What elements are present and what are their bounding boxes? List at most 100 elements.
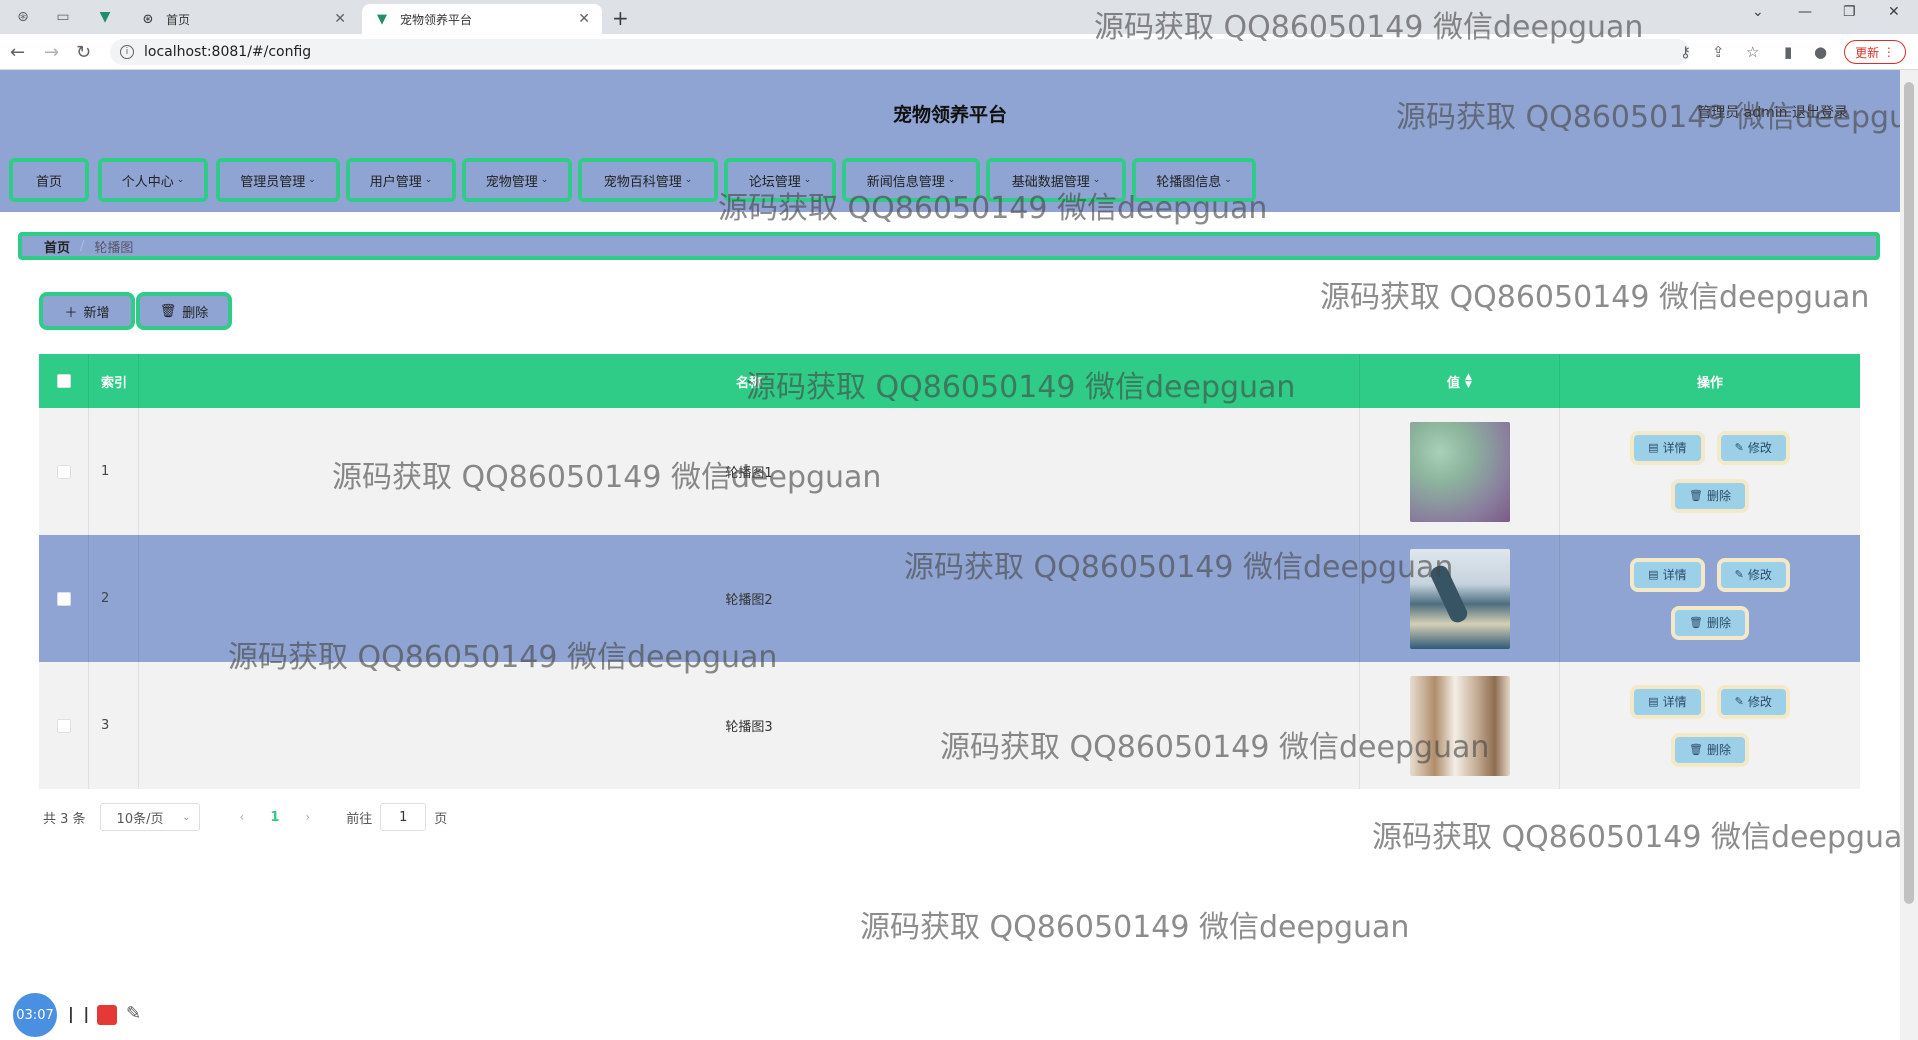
menu-label: 个人中心 <box>121 174 174 190</box>
close-icon[interactable]: ✕ <box>334 11 346 27</box>
app-header: 宠物领养平台 管理员 admin 退出登录 <box>0 70 1900 152</box>
row-checkbox-cell <box>39 408 89 535</box>
plus-icon: ＋ <box>64 305 78 321</box>
menu-item-personal[interactable]: 个人中心 ⌄ <box>98 158 208 202</box>
header-value[interactable]: 值 ▲ ▼ <box>1360 354 1560 408</box>
add-button[interactable]: ＋ 新增 <box>39 292 135 330</box>
vue-icon[interactable]: ▼ <box>94 6 116 28</box>
carousel-image[interactable] <box>1409 421 1510 522</box>
row-delete-button[interactable]: 🗑 删除 <box>1671 605 1749 640</box>
row-checkbox[interactable] <box>56 591 71 606</box>
blank-tab-icon[interactable]: ▭ <box>52 6 74 28</box>
update-button[interactable]: 更新 ⋮ <box>1844 40 1906 64</box>
delete-button[interactable]: 🗑 删除 <box>136 292 232 330</box>
page-scrollbar[interactable] <box>1900 70 1918 1040</box>
star-icon[interactable]: ☆ <box>1746 43 1759 61</box>
table-row: 1 轮播图1 ▤ 详情 ✎ 修改 🗑 删除 <box>39 408 1860 535</box>
row-checkbox-cell <box>39 535 89 662</box>
menu-label: 新闻信息管理 <box>866 174 945 190</box>
profile-icon[interactable]: ● <box>1814 43 1827 61</box>
top-menu: 首页 个人中心 ⌄ 管理员管理 ⌄ 用户管理 ⌄ 宠物管理 ⌄ 宠物百科管理 ⌄ 论坛管理… <box>0 152 1900 212</box>
tab-pet-platform[interactable]: ▼ 宠物领养平台 ✕ <box>362 4 602 34</box>
delete-label: 删除 <box>1706 489 1731 503</box>
pagination-total: 共 3 条 <box>43 811 86 827</box>
menu-item-forum[interactable]: 论坛管理 ⌄ <box>724 158 836 202</box>
menu-label: 轮播图信息 <box>1156 174 1222 190</box>
menu-item-carousel[interactable]: 轮播图信息 ⌄ <box>1132 158 1256 202</box>
delete-label: 删除 <box>1706 616 1731 630</box>
detail-button[interactable]: ▤ 详情 <box>1630 430 1705 465</box>
sort-icon[interactable]: ▲ ▼ <box>1465 373 1472 390</box>
row-delete-button[interactable]: 🗑 删除 <box>1671 732 1749 767</box>
watermark: 源码获取 QQ86050149 微信deepguan <box>860 910 1410 945</box>
scroll-thumb[interactable] <box>1904 82 1914 904</box>
new-tab-icon[interactable]: + <box>612 6 629 30</box>
menu-item-pets[interactable]: 宠物管理 ⌄ <box>462 158 572 202</box>
menu-item-home[interactable]: 首页 <box>9 158 89 202</box>
tab-title: 首页 <box>166 12 191 27</box>
detail-label: 详情 <box>1662 441 1687 455</box>
minimize-icon[interactable]: — <box>1798 4 1812 20</box>
prev-page-icon[interactable]: ‹ <box>240 810 245 824</box>
pen-icon[interactable]: ✎ <box>126 1003 141 1024</box>
chevron-down-icon: ⌄ <box>947 175 956 185</box>
goto-page-input[interactable]: 1 <box>380 803 427 831</box>
page-number[interactable]: 1 <box>270 810 279 825</box>
restore-icon[interactable]: ❐ <box>1843 4 1856 20</box>
forward-icon[interactable]: → <box>44 42 59 63</box>
info-icon[interactable]: i <box>120 45 134 59</box>
menu-label: 论坛管理 <box>748 174 801 190</box>
detail-button[interactable]: ▤ 详情 <box>1630 684 1705 719</box>
url-field[interactable]: i localhost:8081/#/config <box>110 39 1690 65</box>
row-name: 轮播图1 <box>139 408 1360 535</box>
close-icon[interactable]: ✕ <box>578 11 590 27</box>
header-index: 索引 <box>89 354 139 408</box>
next-page-icon[interactable]: › <box>305 810 310 824</box>
trash-icon: 🗑 <box>1689 489 1703 502</box>
select-all-checkbox[interactable] <box>56 374 71 388</box>
back-icon[interactable]: ← <box>10 42 25 63</box>
menu-item-users[interactable]: 用户管理 ⌄ <box>346 158 456 202</box>
breadcrumb: 首页 / 轮播图 <box>18 232 1880 260</box>
edit-button[interactable]: ✎ 修改 <box>1716 430 1790 465</box>
tab-search-icon[interactable]: ⌄ <box>1752 4 1764 20</box>
breadcrumb-home[interactable]: 首页 <box>44 237 70 256</box>
page-size-select[interactable]: 10条/页 ⌄ <box>99 803 200 831</box>
row-name: 轮播图3 <box>139 662 1360 789</box>
share-icon[interactable]: ⇪ <box>1712 43 1725 61</box>
row-checkbox[interactable] <box>56 718 71 733</box>
edit-button[interactable]: ✎ 修改 <box>1716 684 1790 719</box>
carousel-image[interactable] <box>1409 675 1510 776</box>
detail-button[interactable]: ▤ 详情 <box>1630 557 1705 592</box>
user-info[interactable]: 管理员 admin 退出登录 <box>1697 102 1848 122</box>
menu-item-news[interactable]: 新闻信息管理 ⌄ <box>842 158 980 202</box>
reload-icon[interactable]: ↻ <box>76 42 91 63</box>
row-value <box>1360 408 1560 535</box>
github-icon[interactable]: ⊛ <box>12 6 34 28</box>
menu-item-admin[interactable]: 管理员管理 ⌄ <box>216 158 340 202</box>
side-panel-icon[interactable]: ▮ <box>1784 43 1792 61</box>
tab-title: 宠物领养平台 <box>400 12 473 27</box>
row-delete-button[interactable]: 🗑 删除 <box>1671 478 1749 513</box>
trash-icon: 🗑 <box>1689 743 1703 756</box>
key-icon[interactable]: ⚷ <box>1680 43 1691 61</box>
edit-label: 修改 <box>1747 568 1772 582</box>
row-checkbox[interactable] <box>56 464 71 479</box>
pause-icon[interactable]: | | <box>68 1004 91 1023</box>
recorder-timer[interactable]: 03:07 <box>13 993 57 1037</box>
window-close-icon[interactable]: ✕ <box>1888 4 1900 20</box>
carousel-image[interactable] <box>1409 548 1510 649</box>
goto-suffix: 页 <box>434 811 448 827</box>
tab-home[interactable]: ⊛ 首页 ✕ <box>128 4 358 34</box>
edit-button[interactable]: ✎ 修改 <box>1716 557 1790 592</box>
add-label: 新增 <box>83 305 110 321</box>
globe-icon: ⊛ <box>142 11 154 27</box>
watermark: 源码获取 QQ86050149 微信deepguan <box>1320 280 1870 315</box>
breadcrumb-current: 轮播图 <box>94 240 134 256</box>
menu-label: 用户管理 <box>369 174 422 190</box>
page-title: 宠物领养平台 <box>892 104 1007 126</box>
menu-item-base-data[interactable]: 基础数据管理 ⌄ <box>986 158 1126 202</box>
stop-icon[interactable] <box>97 1005 117 1025</box>
trash-icon: 🗑 <box>1689 616 1703 629</box>
menu-item-pet-wiki[interactable]: 宠物百科管理 ⌄ <box>578 158 718 202</box>
